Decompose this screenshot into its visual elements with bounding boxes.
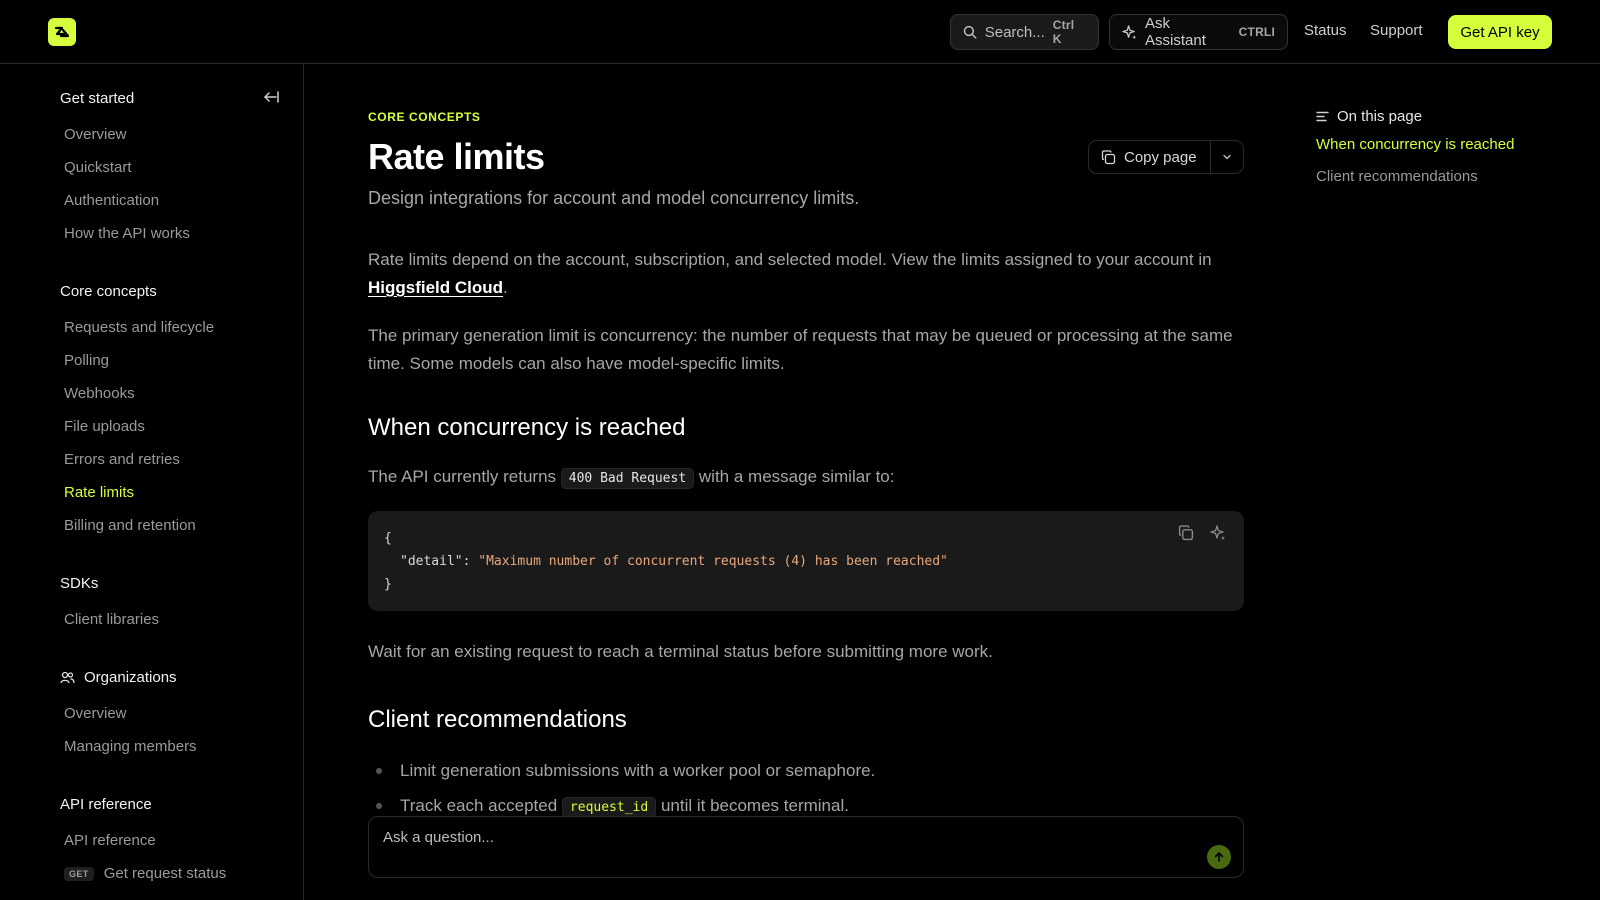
sidebar-item-api-reference[interactable]: API reference <box>64 832 156 849</box>
copy-page-button[interactable]: Copy page <box>1089 141 1210 173</box>
page-title: Rate limits <box>368 136 545 177</box>
support-link[interactable]: Support <box>1370 22 1423 39</box>
sidebar-section-api-reference: API reference <box>60 796 152 813</box>
sidebar-section-get-started: Get started <box>60 90 135 107</box>
status-code-inline: 400 Bad Request <box>560 468 695 489</box>
status-link[interactable]: Status <box>1304 22 1347 39</box>
toc-item-when-concurrency-is-reached[interactable]: When concurrency is reached <box>1316 136 1514 153</box>
copy-icon <box>1101 149 1116 164</box>
code-block: { "detail": "Maximum number of concurren… <box>368 511 1244 611</box>
chevron-down-icon <box>1223 154 1231 160</box>
sidebar-item-quickstart[interactable]: Quickstart <box>64 159 132 176</box>
sparkle-icon <box>1122 24 1137 39</box>
sidebar-section-core-concepts: Core concepts <box>60 283 157 300</box>
concurrency-paragraph: The primary generation limit is concurre… <box>368 326 1233 373</box>
page-subtitle: Design integrations for account and mode… <box>368 188 860 208</box>
ask-assistant-label: Ask Assistant <box>1145 15 1206 49</box>
wait-paragraph: Wait for an existing request to reach a … <box>368 642 993 661</box>
sidebar-item-polling[interactable]: Polling <box>64 352 109 369</box>
list-icon <box>1316 111 1329 122</box>
logo[interactable] <box>48 18 76 46</box>
ask-question-input[interactable] <box>383 829 1229 846</box>
toc-item-client-recommendations[interactable]: Client recommendations <box>1316 168 1478 185</box>
sidebar-section-organizations: Organizations <box>60 669 177 686</box>
sidebar-item-org-overview[interactable]: Overview <box>64 705 127 722</box>
logo-icon <box>54 26 70 38</box>
search-icon <box>963 25 977 39</box>
collapse-sidebar-icon[interactable] <box>262 88 280 106</box>
code-block-actions <box>1178 525 1226 541</box>
sidebar-item-webhooks[interactable]: Webhooks <box>64 385 135 402</box>
ask-assistant-shortcut: CTRLI <box>1238 25 1275 39</box>
list-item: Limit generation submissions with a work… <box>368 761 875 781</box>
copy-page-dropdown[interactable] <box>1211 141 1243 173</box>
sidebar-item-overview[interactable]: Overview <box>64 126 127 143</box>
arrow-up-icon <box>1214 852 1224 862</box>
get-api-key-button[interactable]: Get API key <box>1448 15 1552 49</box>
send-button[interactable] <box>1207 845 1231 869</box>
heading-when-concurrency-is-reached: When concurrency is reached <box>368 414 686 441</box>
sidebar-section-sdks: SDKs <box>60 575 99 592</box>
sidebar-item-requests-and-lifecycle[interactable]: Requests and lifecycle <box>64 319 214 336</box>
main-content: CORE CONCEPTS Rate limits Copy page Desi… <box>368 64 1244 900</box>
method-badge: GET <box>64 866 94 881</box>
search-box[interactable]: Search... Ctrl K <box>950 14 1099 50</box>
sidebar-item-how-the-api-works[interactable]: How the API works <box>64 225 190 242</box>
intro-paragraph: Rate limits depend on the account, subsc… <box>368 250 1212 297</box>
sidebar-item-get-request-status[interactable]: GET Get request status <box>64 865 226 882</box>
code-string: "Maximum number of concurrent requests (… <box>478 554 948 569</box>
sidebar-item-billing-and-retention[interactable]: Billing and retention <box>64 517 196 534</box>
sidebar-item-managing-members[interactable]: Managing members <box>64 738 197 755</box>
ask-assistant-button[interactable]: Ask Assistant CTRLI <box>1109 14 1288 50</box>
top-header: Search... Ctrl K Ask Assistant CTRLI Sta… <box>0 0 1600 64</box>
sidebar-item-errors-and-retries[interactable]: Errors and retries <box>64 451 180 468</box>
sidebar-item-file-uploads[interactable]: File uploads <box>64 418 145 435</box>
heading-client-recommendations: Client recommendations <box>368 706 627 733</box>
sidebar: Get started Overview Quickstart Authenti… <box>0 64 304 900</box>
explain-code-sparkle-icon[interactable] <box>1210 525 1226 541</box>
list-item: Track each accepted request_id until it … <box>368 796 849 818</box>
sidebar-item-rate-limits[interactable]: Rate limits <box>64 484 134 501</box>
copy-code-icon[interactable] <box>1178 525 1194 541</box>
sidebar-item-client-libraries[interactable]: Client libraries <box>64 611 159 628</box>
request-id-inline: request_id <box>561 797 657 818</box>
ask-question-box <box>368 816 1244 878</box>
search-placeholder: Search... <box>984 23 1045 41</box>
search-shortcut: Ctrl K <box>1052 18 1075 46</box>
toc-title: On this page <box>1316 108 1422 125</box>
code-key: "detail" <box>400 554 463 569</box>
returns-paragraph: The API currently returns 400 Bad Reques… <box>368 463 1244 493</box>
sidebar-item-authentication[interactable]: Authentication <box>64 192 159 209</box>
copy-page-button-group: Copy page <box>1088 140 1244 174</box>
higgsfield-cloud-link[interactable]: Higgsfield Cloud <box>368 278 503 297</box>
users-icon <box>60 671 75 684</box>
sidebar-item-get-request-status-label: Get request status <box>103 865 227 882</box>
section-eyebrow: CORE CONCEPTS <box>368 110 481 124</box>
copy-page-label: Copy page <box>1124 148 1197 166</box>
sidebar-section-organizations-label: Organizations <box>84 669 177 686</box>
